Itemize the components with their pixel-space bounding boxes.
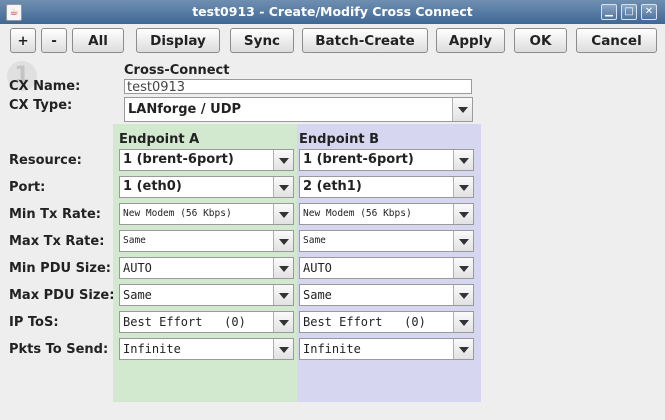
chevron-down-icon[interactable] bbox=[453, 150, 473, 170]
max-tx-rate-b-select[interactable]: Same bbox=[299, 230, 474, 252]
cx-type-label: CX Type: bbox=[9, 98, 73, 113]
ip-tos-label: IP ToS: bbox=[9, 315, 59, 330]
chevron-down-icon[interactable] bbox=[452, 98, 472, 121]
max-pdu-size-label: Max PDU Size: bbox=[9, 288, 115, 303]
ok-button[interactable]: OK bbox=[514, 28, 567, 53]
endpoint-b-title: Endpoint B bbox=[299, 132, 380, 147]
resource-b-value: 1 (brent-6port) bbox=[303, 152, 414, 167]
endpoint-a-title: Endpoint A bbox=[119, 132, 200, 147]
port-a-value: 1 (eth0) bbox=[123, 179, 182, 194]
min-pdu-size-b-select[interactable]: AUTO bbox=[299, 257, 474, 279]
pkts-to-send-b-value: Infinite bbox=[303, 342, 361, 356]
toolbar: + - All Display Sync Batch-Create Apply … bbox=[0, 24, 665, 59]
all-button[interactable]: All bbox=[72, 28, 124, 53]
min-pdu-size-a-value: AUTO bbox=[123, 261, 152, 275]
chevron-down-icon[interactable] bbox=[273, 204, 293, 224]
close-icon[interactable]: ✕ bbox=[641, 4, 657, 20]
pkts-to-send-b-select[interactable]: Infinite bbox=[299, 338, 474, 360]
chevron-down-icon[interactable] bbox=[273, 339, 293, 359]
minimize-icon[interactable]: ▁ bbox=[601, 4, 617, 20]
batch-create-button[interactable]: Batch-Create bbox=[302, 28, 428, 53]
max-pdu-size-a-value: Same bbox=[123, 288, 152, 302]
resource-label: Resource: bbox=[9, 153, 82, 168]
resource-a-select[interactable]: 1 (brent-6port) bbox=[119, 149, 294, 171]
ip-tos-b-value: Best Effort (0) bbox=[303, 315, 426, 329]
max-pdu-size-b-select[interactable]: Same bbox=[299, 284, 474, 306]
port-b-select[interactable]: 2 (eth1) bbox=[299, 176, 474, 198]
min-pdu-size-a-select[interactable]: AUTO bbox=[119, 257, 294, 279]
add-button[interactable]: + bbox=[10, 28, 36, 53]
port-a-select[interactable]: 1 (eth0) bbox=[119, 176, 294, 198]
min-tx-rate-a-select[interactable]: New Modem (56 Kbps) bbox=[119, 203, 294, 225]
chevron-down-icon[interactable] bbox=[273, 312, 293, 332]
chevron-down-icon[interactable] bbox=[273, 177, 293, 197]
cx-name-field[interactable]: test0913 bbox=[124, 79, 472, 95]
cancel-button[interactable]: Cancel bbox=[576, 28, 657, 53]
maximize-icon[interactable]: □ bbox=[621, 4, 637, 20]
max-tx-rate-a-select[interactable]: Same bbox=[119, 230, 294, 252]
window-titlebar: ☕ test0913 - Create/Modify Cross Connect… bbox=[0, 0, 665, 25]
remove-button[interactable]: - bbox=[41, 28, 67, 53]
ip-tos-a-value: Best Effort (0) bbox=[123, 315, 246, 329]
chevron-down-icon[interactable] bbox=[273, 231, 293, 251]
pkts-to-send-a-value: Infinite bbox=[123, 342, 181, 356]
max-tx-rate-b-value: Same bbox=[303, 235, 326, 246]
resource-a-value: 1 (brent-6port) bbox=[123, 152, 234, 167]
max-tx-rate-label: Max Tx Rate: bbox=[9, 234, 105, 249]
resource-b-select[interactable]: 1 (brent-6port) bbox=[299, 149, 474, 171]
chevron-down-icon[interactable] bbox=[273, 150, 293, 170]
apply-button[interactable]: Apply bbox=[436, 28, 505, 53]
max-tx-rate-a-value: Same bbox=[123, 235, 146, 246]
port-label: Port: bbox=[9, 180, 46, 195]
chevron-down-icon[interactable] bbox=[453, 339, 473, 359]
port-b-value: 2 (eth1) bbox=[303, 179, 362, 194]
chevron-down-icon[interactable] bbox=[273, 258, 293, 278]
min-pdu-size-b-value: AUTO bbox=[303, 261, 332, 275]
min-tx-rate-label: Min Tx Rate: bbox=[9, 207, 101, 222]
pkts-to-send-label: Pkts To Send: bbox=[9, 342, 109, 357]
pkts-to-send-a-select[interactable]: Infinite bbox=[119, 338, 294, 360]
chevron-down-icon[interactable] bbox=[453, 258, 473, 278]
chevron-down-icon[interactable] bbox=[453, 204, 473, 224]
min-tx-rate-b-select[interactable]: New Modem (56 Kbps) bbox=[299, 203, 474, 225]
min-pdu-size-label: Min PDU Size: bbox=[9, 261, 111, 276]
min-tx-rate-a-value: New Modem (56 Kbps) bbox=[123, 208, 232, 219]
cx-name-label: CX Name: bbox=[9, 79, 81, 94]
chevron-down-icon[interactable] bbox=[453, 231, 473, 251]
section-title: Cross-Connect bbox=[124, 63, 230, 78]
chevron-down-icon[interactable] bbox=[453, 177, 473, 197]
ip-tos-b-select[interactable]: Best Effort (0) bbox=[299, 311, 474, 333]
cx-type-select[interactable]: LANforge / UDP bbox=[124, 97, 473, 122]
max-pdu-size-a-select[interactable]: Same bbox=[119, 284, 294, 306]
min-tx-rate-b-value: New Modem (56 Kbps) bbox=[303, 208, 412, 219]
sync-button[interactable]: Sync bbox=[230, 28, 294, 53]
ip-tos-a-select[interactable]: Best Effort (0) bbox=[119, 311, 294, 333]
display-button[interactable]: Display bbox=[136, 28, 220, 53]
chevron-down-icon[interactable] bbox=[273, 285, 293, 305]
chevron-down-icon[interactable] bbox=[453, 312, 473, 332]
window-title: test0913 - Create/Modify Cross Connect bbox=[192, 4, 473, 19]
cx-type-value: LANforge / UDP bbox=[128, 102, 242, 117]
max-pdu-size-b-value: Same bbox=[303, 288, 332, 302]
chevron-down-icon[interactable] bbox=[453, 285, 473, 305]
